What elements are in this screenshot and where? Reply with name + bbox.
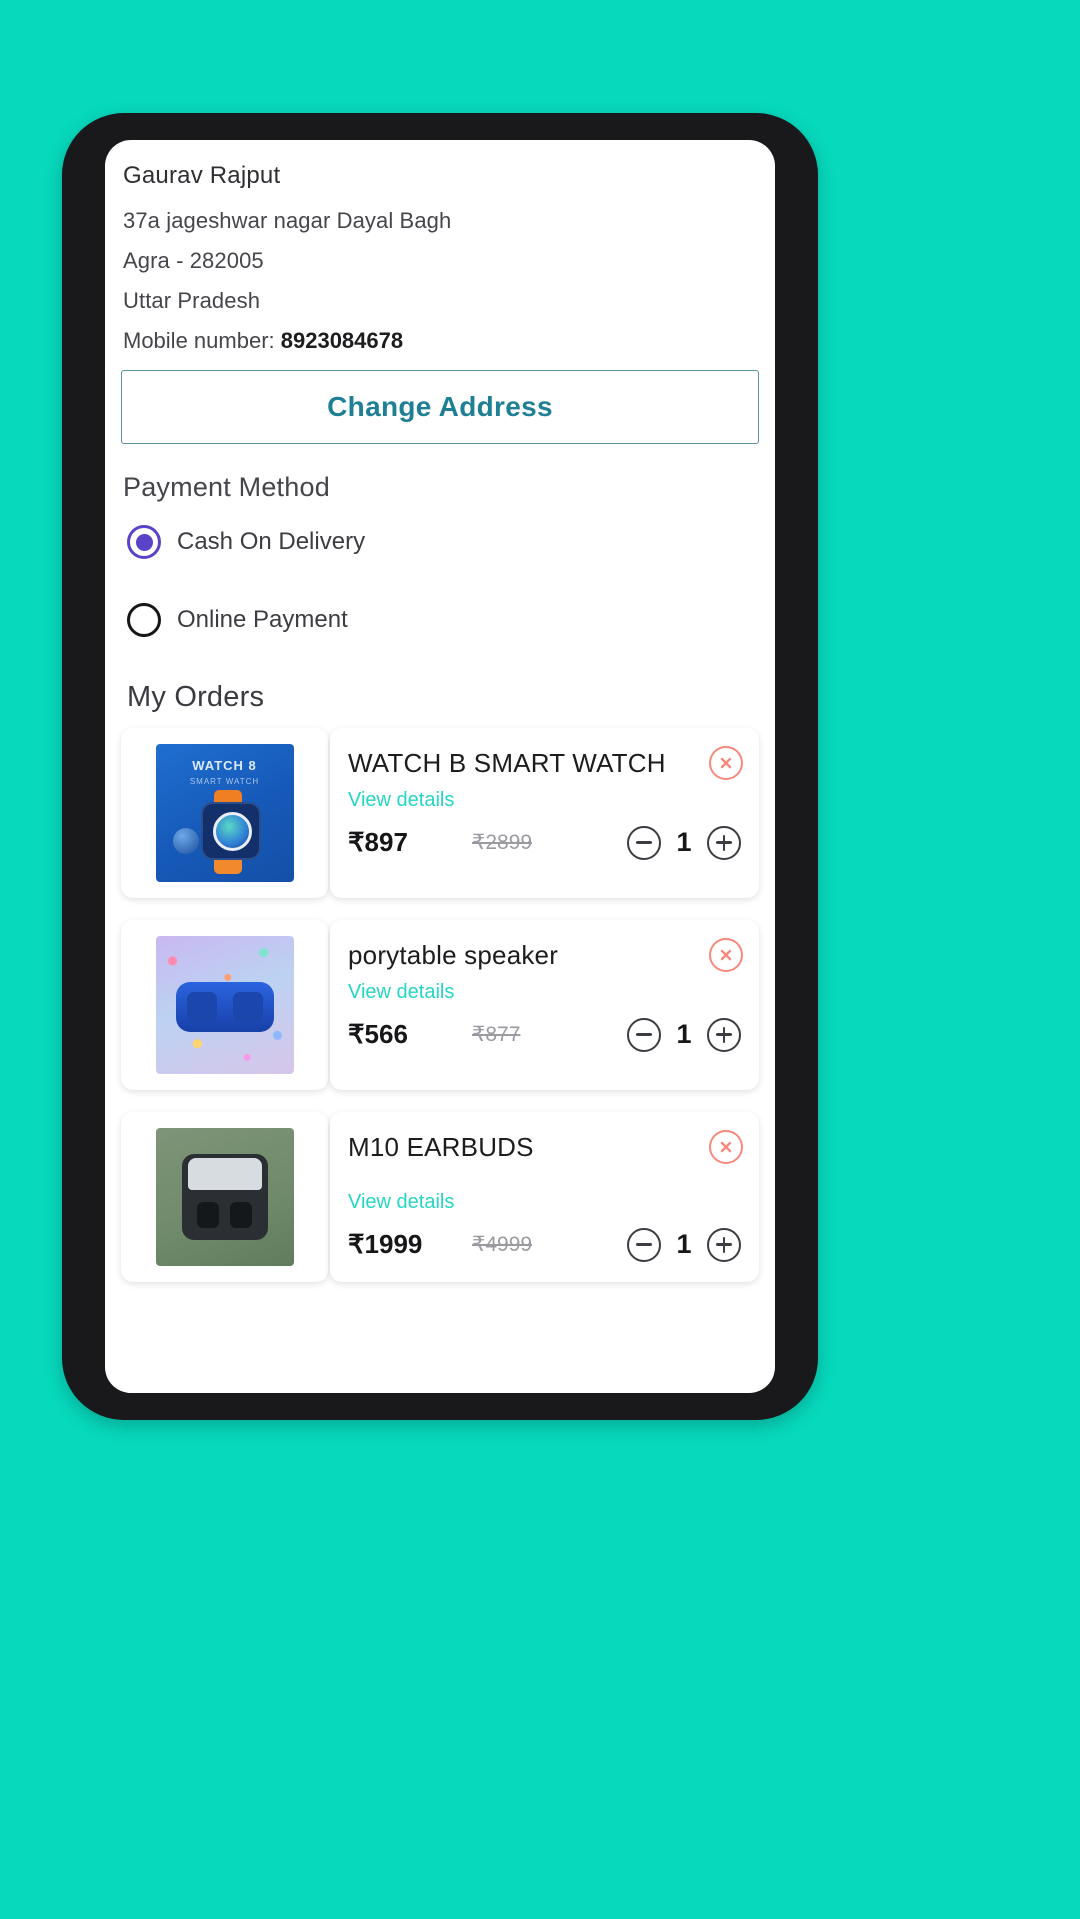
- plus-circle-icon[interactable]: [707, 1227, 741, 1262]
- phone-screen: Gaurav Rajput 37a jageshwar nagar Dayal …: [105, 140, 775, 1393]
- quantity-value: 1: [676, 827, 692, 858]
- payment-option-online-payment[interactable]: Online Payment: [127, 603, 759, 637]
- product-info-box: M10 EARBUDS View details ₹1999 ₹4999 1: [330, 1112, 759, 1282]
- order-item-row: WATCH 8 SMART WATCH WATCH B SMART WATCH …: [121, 728, 759, 898]
- payment-method-title: Payment Method: [123, 472, 330, 502]
- product-old-price: ₹2899: [472, 831, 533, 855]
- change-address-button[interactable]: Change Address: [121, 370, 759, 444]
- address-state: Uttar Pradesh: [123, 288, 261, 313]
- view-details-link[interactable]: View details: [348, 981, 454, 1004]
- portable-speaker-image: [155, 936, 294, 1074]
- price-row: ₹897 ₹2899 1: [348, 825, 741, 860]
- remove-circle-icon[interactable]: [709, 1130, 743, 1164]
- quantity-stepper: 1: [627, 1227, 741, 1262]
- product-price: ₹897: [348, 827, 408, 858]
- product-price: ₹566: [348, 1019, 408, 1050]
- remove-circle-icon[interactable]: [709, 746, 743, 780]
- checkout-scroll-area[interactable]: Gaurav Rajput 37a jageshwar nagar Dayal …: [105, 140, 775, 1393]
- smartwatch-image: WATCH 8 SMART WATCH: [155, 744, 294, 882]
- phone-frame: Gaurav Rajput 37a jageshwar nagar Dayal …: [62, 113, 818, 1420]
- view-details-link[interactable]: View details: [348, 1191, 454, 1214]
- payment-option-cash-on-delivery[interactable]: Cash On Delivery: [127, 525, 759, 559]
- payment-option-label: Cash On Delivery: [177, 528, 366, 555]
- order-item-row: porytable speaker View details ₹566 ₹877…: [121, 920, 759, 1090]
- product-old-price: ₹4999: [472, 1233, 533, 1257]
- product-info-box: WATCH B SMART WATCH View details ₹897 ₹2…: [330, 728, 759, 898]
- radio-unselected-icon[interactable]: [127, 603, 161, 637]
- plus-circle-icon[interactable]: [707, 825, 741, 860]
- my-orders-title: My Orders: [127, 681, 265, 713]
- product-name: WATCH B SMART WATCH: [348, 748, 666, 778]
- address-city-pincode: Agra - 282005: [123, 248, 264, 273]
- minus-circle-icon[interactable]: [627, 1017, 661, 1052]
- product-price: ₹1999: [348, 1229, 423, 1260]
- payment-option-label: Online Payment: [177, 606, 348, 633]
- address-name: Gaurav Rajput: [123, 162, 281, 189]
- product-old-price: ₹877: [472, 1023, 521, 1047]
- minus-circle-icon[interactable]: [627, 1227, 661, 1262]
- order-item-row: M10 EARBUDS View details ₹1999 ₹4999 1: [121, 1112, 759, 1282]
- earbuds-image: [155, 1128, 294, 1266]
- mobile-label: Mobile number:: [123, 328, 281, 353]
- product-name: M10 EARBUDS: [348, 1132, 534, 1162]
- quantity-value: 1: [676, 1229, 692, 1260]
- product-thumbnail-box[interactable]: WATCH 8 SMART WATCH: [121, 728, 328, 898]
- quantity-stepper: 1: [627, 1017, 741, 1052]
- price-row: ₹566 ₹877 1: [348, 1017, 741, 1052]
- radio-selected-icon[interactable]: [127, 525, 161, 559]
- price-row: ₹1999 ₹4999 1: [348, 1227, 741, 1262]
- quantity-stepper: 1: [627, 825, 741, 860]
- view-details-link[interactable]: View details: [348, 789, 454, 812]
- plus-circle-icon[interactable]: [707, 1017, 741, 1052]
- address-street: 37a jageshwar nagar Dayal Bagh: [123, 208, 452, 233]
- product-thumbnail-box[interactable]: [121, 1112, 328, 1282]
- product-thumbnail-box[interactable]: [121, 920, 328, 1090]
- remove-circle-icon[interactable]: [709, 938, 743, 972]
- product-name: porytable speaker: [348, 940, 559, 970]
- minus-circle-icon[interactable]: [627, 825, 661, 860]
- shipping-address-block: Gaurav Rajput 37a jageshwar nagar Dayal …: [121, 162, 759, 354]
- address-mobile: Mobile number: 8923084678: [123, 328, 759, 354]
- quantity-value: 1: [676, 1019, 692, 1050]
- product-info-box: porytable speaker View details ₹566 ₹877…: [330, 920, 759, 1090]
- mobile-value: 8923084678: [280, 328, 404, 353]
